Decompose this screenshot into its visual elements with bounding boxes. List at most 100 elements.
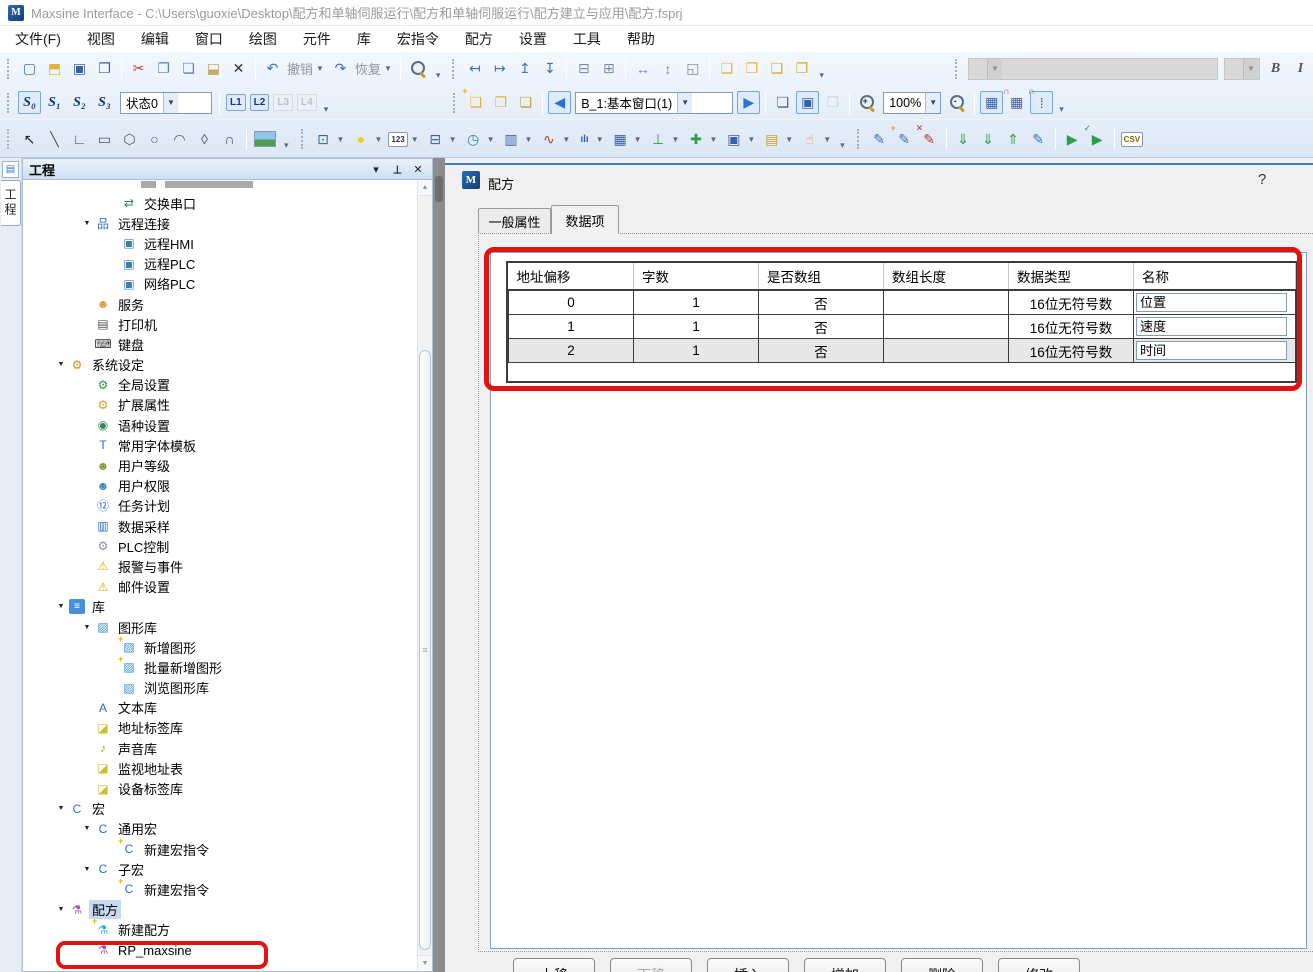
next-window-icon[interactable]: ▶	[737, 91, 760, 114]
align-bottom-icon[interactable]: ↧	[538, 57, 561, 80]
dialog-button-2[interactable]: 插入	[707, 958, 789, 972]
undo-label[interactable]: 撤销	[287, 59, 313, 78]
open-folder-icon[interactable]: ⬒	[43, 57, 66, 80]
toolbar-grip[interactable]	[7, 59, 12, 79]
tree-item[interactable]: ▼⚗配方	[23, 900, 417, 920]
tree-item[interactable]: ▼C子宏	[23, 859, 417, 879]
draw-line-icon[interactable]: ╲	[43, 128, 66, 151]
cell-0-0[interactable]: 0	[509, 290, 634, 315]
function-list-icon[interactable]: ▤	[760, 128, 783, 151]
window-view-normal-icon[interactable]: ❏	[771, 91, 794, 114]
valve-component-icon[interactable]: ⊥	[647, 128, 670, 151]
tree-item[interactable]: ⚙全局设置	[23, 375, 417, 395]
scrollbar-thumb[interactable]: ≡	[419, 350, 431, 950]
tree-item[interactable]: T常用字体模板	[23, 435, 417, 455]
window-view-extra-icon[interactable]: ❐	[821, 91, 844, 114]
dropdown-arrow-icon[interactable]: ▼	[785, 135, 793, 144]
cell-2-0[interactable]: 2	[509, 339, 634, 363]
toolbar-grip[interactable]	[857, 129, 862, 149]
cell-0-3[interactable]	[884, 290, 1009, 315]
tree-item[interactable]: A文本库	[23, 698, 417, 718]
tab-data-items[interactable]: 数据项	[551, 205, 619, 234]
menu-item-10[interactable]: 工具	[560, 26, 614, 52]
tree-item[interactable]: ▼≡库	[23, 597, 417, 617]
draw-rectangle-icon[interactable]: ▭	[93, 128, 116, 151]
tree-item[interactable]: ⚠邮件设置	[23, 577, 417, 597]
draw-arch-icon[interactable]: ∩	[218, 128, 241, 151]
state-combo[interactable]: 状态0▼	[120, 92, 212, 114]
tree-item[interactable]: ⚗+新建配方	[23, 920, 417, 940]
window-properties-icon[interactable]: ❏	[514, 91, 537, 114]
bold-icon[interactable]: B	[1264, 57, 1287, 80]
toolbar-overflow-icon[interactable]: ▾	[436, 70, 441, 83]
toolbar-grip[interactable]	[452, 59, 457, 79]
indicator-lamp-icon[interactable]: ●	[349, 128, 372, 151]
tree-item[interactable]: ▣远程HMI	[23, 233, 417, 253]
tree-item[interactable]: ▥数据采样	[23, 516, 417, 536]
draw-ellipse-icon[interactable]: ○	[143, 128, 166, 151]
center-horizontal-icon[interactable]: ⊟	[572, 57, 595, 80]
undo-icon[interactable]: ↶	[261, 57, 284, 80]
bring-to-front-icon[interactable]: ❏	[715, 57, 738, 80]
word-display-icon[interactable]: ⊟	[424, 128, 447, 151]
menu-item-5[interactable]: 元件	[290, 26, 344, 52]
toolbar-grip[interactable]	[7, 93, 12, 113]
tree-item[interactable]: ⚙PLC控制	[23, 536, 417, 556]
compile-icon[interactable]: ✎	[868, 128, 891, 151]
online-simulation-icon[interactable]: ▶✓	[1086, 128, 1109, 151]
dialog-button-3[interactable]: 增加	[804, 958, 886, 972]
snap-line-icon[interactable]: ⁞∩	[1030, 91, 1053, 114]
tree-item[interactable]: ☻用户等级	[23, 455, 417, 475]
dialog-button-4[interactable]: 删除	[901, 958, 983, 972]
download-usb-icon[interactable]: ⇓	[952, 128, 975, 151]
scroll-down-icon[interactable]: ▼	[418, 955, 432, 971]
menu-item-7[interactable]: 宏指令	[384, 26, 452, 52]
toolbar-overflow-icon[interactable]: ▾	[819, 70, 824, 83]
toolbar-overflow-icon[interactable]: ▾	[840, 140, 845, 153]
center-vertical-icon[interactable]: ⊞	[597, 57, 620, 80]
send-to-back-icon[interactable]: ❐	[740, 57, 763, 80]
redo-icon[interactable]: ↷	[329, 57, 352, 80]
dropdown-arrow-icon[interactable]: ▼	[709, 135, 717, 144]
same-height-icon[interactable]: ↕	[656, 57, 679, 80]
data-grid-icon[interactable]: ▦	[609, 128, 632, 151]
table-row[interactable]: 11否16位无符号数速度	[509, 315, 1296, 339]
state-s2-icon[interactable]: S₂	[68, 91, 91, 114]
menu-item-1[interactable]: 视图	[74, 26, 128, 52]
recompile-icon[interactable]: ✎	[1027, 128, 1050, 151]
cell-0-4[interactable]: 16位无符号数	[1009, 290, 1134, 315]
menu-item-8[interactable]: 配方	[452, 26, 506, 52]
toolbar-grip[interactable]	[301, 129, 306, 149]
dropdown-arrow-icon[interactable]: ▼	[525, 135, 533, 144]
cell-1-0[interactable]: 1	[509, 315, 634, 339]
name-input[interactable]: 时间	[1136, 341, 1287, 360]
menu-item-2[interactable]: 编辑	[128, 26, 182, 52]
tree-item[interactable]: ▨+新增图形	[23, 637, 417, 657]
zoom-out-icon[interactable]: -	[946, 92, 968, 114]
cut-icon[interactable]: ✂	[127, 57, 150, 80]
find-icon[interactable]	[407, 58, 429, 80]
tree-item[interactable]: ♪声音库	[23, 738, 417, 758]
tree-scrollbar[interactable]: ▲ ≡ ▼	[417, 180, 432, 971]
tree-item[interactable]: C+新建宏指令	[23, 879, 417, 899]
name-input[interactable]: 位置	[1136, 293, 1287, 312]
numeric-display-button[interactable]: 123	[388, 132, 407, 147]
dialog-button-5[interactable]: 修改	[998, 958, 1080, 972]
align-left-icon[interactable]: ↤	[463, 57, 486, 80]
tree-item[interactable]: ☻服务	[23, 294, 417, 314]
grid-toggle-icon[interactable]: ▦	[980, 91, 1003, 114]
pin-icon[interactable]: ⊣	[391, 161, 404, 177]
compile-all-icon[interactable]: ✎+	[893, 128, 916, 151]
bit-button-icon[interactable]: ⊡	[312, 128, 335, 151]
collapse-arrow-icon[interactable]: ▼	[79, 866, 95, 873]
send-backward-icon[interactable]: ❐	[790, 57, 813, 80]
panel-menu-icon[interactable]: ▾	[368, 163, 384, 176]
draw-polyline-icon[interactable]: ∟	[68, 128, 91, 151]
menu-item-6[interactable]: 库	[344, 26, 384, 52]
tree-item[interactable]: ▼⚙系统设定	[23, 355, 417, 375]
copy-icon[interactable]: ❐	[152, 57, 175, 80]
collapse-arrow-icon[interactable]: ▼	[53, 906, 69, 913]
project-vertical-tab[interactable]: 工程	[1, 180, 21, 226]
tree-item[interactable]: ⌨键盘	[23, 334, 417, 354]
tree-item[interactable]: ▨+批量新增图形	[23, 657, 417, 677]
